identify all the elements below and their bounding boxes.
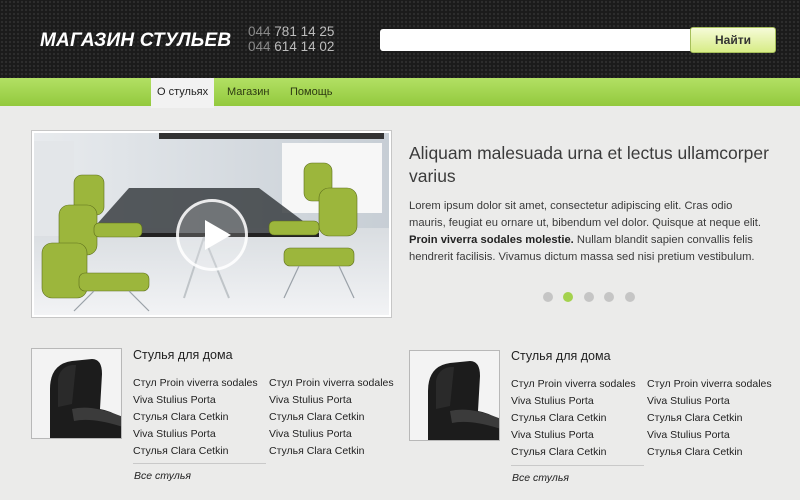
phone-prefix: 044 (248, 39, 271, 54)
product-thumbnail[interactable] (409, 350, 500, 441)
product-thumbnail[interactable] (31, 348, 122, 439)
divider (133, 463, 266, 464)
search-button[interactable]: Найти (690, 27, 776, 53)
slider-dot-active[interactable] (563, 292, 573, 302)
product-category-title: Стулья для дома (511, 349, 611, 363)
product-link[interactable]: Viva Stulius Porta (133, 394, 216, 406)
header: МАГАЗИН СТУЛЬЕВ 044 781 14 25 044 614 14… (0, 0, 800, 78)
hero-title: Aliquam malesuada urna et lectus ullamco… (409, 143, 769, 186)
phone-value: 614 14 02 (274, 39, 335, 54)
play-video-button[interactable] (176, 199, 248, 271)
phone-numbers: 044 781 14 25 044 614 14 02 (248, 24, 334, 54)
product-link[interactable]: Стул Proin viverra sodales (511, 378, 636, 390)
product-link[interactable]: Стулья Clara Cetkin (269, 411, 365, 423)
slider-dot[interactable] (625, 292, 635, 302)
product-link[interactable]: Стулья Clara Cetkin (511, 446, 607, 458)
nav-item-about[interactable]: О стульях (151, 78, 215, 108)
product-link[interactable]: Стул Proin viverra sodales (133, 377, 258, 389)
product-link[interactable]: Стулья Clara Cetkin (647, 446, 743, 458)
all-chairs-link[interactable]: Все стулья (512, 472, 569, 484)
phone-prefix: 044 (248, 24, 271, 39)
product-link[interactable]: Viva Stulius Porta (269, 428, 352, 440)
product-link[interactable]: Стулья Clara Cetkin (647, 412, 743, 424)
slider-dot[interactable] (584, 292, 594, 302)
slider-dot[interactable] (543, 292, 553, 302)
product-link[interactable]: Стулья Clara Cetkin (133, 445, 229, 457)
hero-text: Lorem ipsum dolor sit amet, consectetur … (409, 198, 769, 266)
product-link[interactable]: Стулья Clara Cetkin (269, 445, 365, 457)
product-link[interactable]: Стулья Clara Cetkin (133, 411, 229, 423)
slider-dot[interactable] (604, 292, 614, 302)
product-link[interactable]: Стулья Clara Cetkin (511, 412, 607, 424)
phone-value: 781 14 25 (274, 24, 335, 39)
hero-slider-image[interactable] (31, 130, 392, 318)
product-link[interactable]: Viva Stulius Porta (647, 429, 730, 441)
product-link[interactable]: Viva Stulius Porta (511, 429, 594, 441)
hero-text-bold: Proin viverra sodales molestie. (409, 234, 574, 246)
divider (511, 465, 644, 466)
product-link[interactable]: Viva Stulius Porta (133, 428, 216, 440)
chair-image (32, 349, 121, 438)
product-link[interactable]: Viva Stulius Porta (511, 395, 594, 407)
product-category-title: Стулья для дома (133, 348, 233, 362)
product-link[interactable]: Viva Stulius Porta (647, 395, 730, 407)
all-chairs-link[interactable]: Все стулья (134, 470, 191, 482)
search-input[interactable] (380, 29, 695, 51)
nav-item-shop[interactable]: Магазин (227, 78, 269, 106)
nav-item-help[interactable]: Помощь (290, 78, 333, 106)
product-link[interactable]: Стул Proin viverra sodales (269, 377, 394, 389)
hero-text-part-1: Lorem ipsum dolor sit amet, consectetur … (409, 200, 762, 229)
phone-number-1: 044 781 14 25 (248, 24, 334, 39)
main-nav: О стульях Магазин Помощь (0, 78, 800, 108)
phone-number-2: 044 614 14 02 (248, 39, 334, 54)
product-link[interactable]: Viva Stulius Porta (269, 394, 352, 406)
chair-image (410, 351, 499, 440)
product-link[interactable]: Стул Proin viverra sodales (647, 378, 772, 390)
site-logo[interactable]: МАГАЗИН СТУЛЬЕВ (40, 30, 231, 52)
play-icon (205, 220, 231, 250)
